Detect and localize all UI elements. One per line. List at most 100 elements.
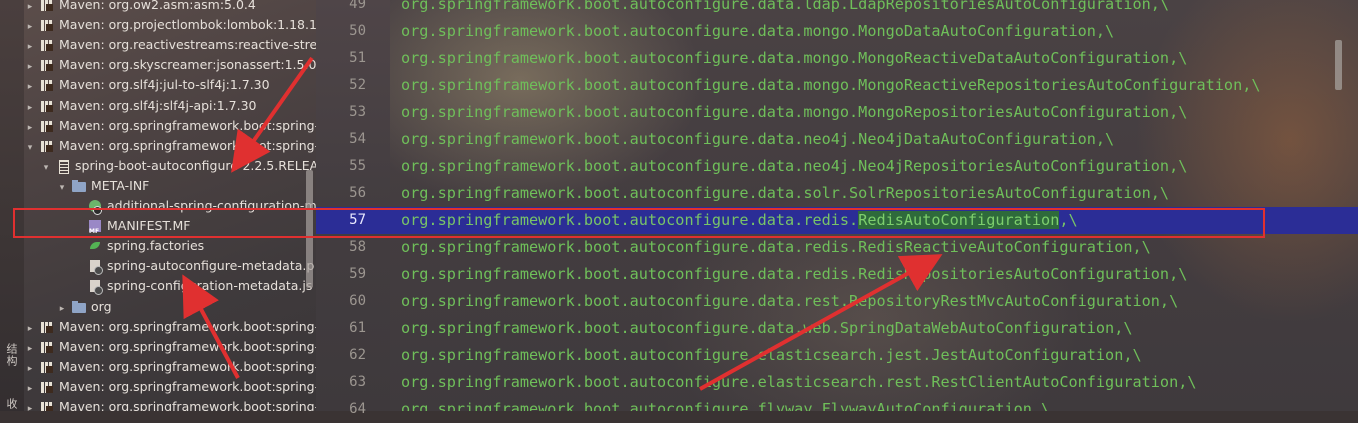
folder-icon [72,300,86,314]
code-line[interactable]: org.springframework.boot.autoconfigure.d… [390,99,1358,126]
lib-icon [40,380,54,394]
json-icon [88,259,103,276]
folder-icon [72,179,86,193]
tree-row-label: Maven: org.slf4j:jul-to-slf4j:1.7.30 [59,77,270,93]
chevron-right-icon[interactable]: ▸ [24,37,36,57]
code-line[interactable]: org.springframework.boot.autoconfigure.e… [390,342,1358,369]
tree-row-label: Maven: org.springframework.boot:spring-b [59,358,316,374]
code-line[interactable]: org.springframework.boot.autoconfigure.d… [390,180,1358,207]
chevron-right-icon[interactable]: ▸ [24,379,36,399]
chevron-right-icon[interactable]: ▸ [24,319,36,339]
tree-row[interactable]: spring.factories [24,236,316,256]
code-line[interactable]: org.springframework.boot.autoconfigure.d… [390,72,1358,99]
tree-row-label: spring-autoconfigure-metadata.p [107,258,315,274]
chevron-right-icon[interactable]: ▸ [24,17,36,37]
lib-icon [40,360,54,374]
lib-icon [40,58,54,72]
code-line[interactable]: org.springframework.boot.autoconfigure.d… [390,45,1358,72]
line-number: 56 [349,185,366,201]
tree-row[interactable]: ▸ Maven: org.springframework.boot:spring-… [24,357,316,377]
chevron-right-icon[interactable]: ▸ [24,399,36,411]
lib-icon [40,0,54,12]
lib-icon [40,340,54,354]
chevron-down-icon[interactable]: ▾ [24,138,36,158]
line-number: 49 [349,0,366,12]
line-number: 51 [349,50,366,66]
project-tree: ▸ Maven: org.ow2.asm:asm:5.0.4 ▸ Maven: org… [24,0,316,411]
line-number: 53 [349,104,366,120]
tree-row-label: spring-configuration-metadata.js [107,278,313,294]
tree-row-label: spring.factories [107,238,205,254]
editor-scrollbar[interactable] [1335,40,1342,90]
line-number: 52 [349,77,366,93]
tree-row-label: Maven: org.projectlombok:lombok:1.18.12 [59,17,316,33]
code-line[interactable]: org.springframework.boot.autoconfigure.d… [390,126,1358,153]
tree-row[interactable]: ▸ Maven: org.springframework.boot:spring-… [24,397,316,411]
favorites-tab[interactable]: 收 [3,398,19,409]
chevron-down-icon[interactable]: ▾ [56,178,68,198]
tree-row-label: Maven: org.springframework.boot:spring-b [59,399,316,411]
line-number: 61 [349,320,366,336]
code-line[interactable]: org.springframework.boot.autoconfigure.d… [390,288,1358,315]
tree-row[interactable]: ▾ META-INF [24,176,316,196]
code-line[interactable]: org.springframework.boot.autoconfigure.d… [390,153,1358,180]
tree-row[interactable]: ▸ Maven: org.slf4j:jul-to-slf4j:1.7.30 [24,75,316,95]
lib-icon [40,320,54,334]
annotation-highlight-box [13,208,1265,238]
structure-tab[interactable]: 结构 [3,343,19,367]
line-number: 58 [349,239,366,255]
code-line[interactable]: org.springframework.boot.autoconfigure.f… [390,396,1358,411]
tree-row-label: Maven: org.springframework.boot:spring-b [59,137,316,153]
code-line[interactable]: org.springframework.boot.autoconfigure.d… [390,315,1358,342]
tree-row-label: META-INF [91,177,150,193]
line-number: 60 [349,293,366,309]
line-number: 62 [349,347,366,363]
tree-row[interactable]: spring-autoconfigure-metadata.p [24,256,316,276]
code-editor[interactable]: org.springframework.boot.autoconfigure.d… [390,0,1358,411]
chevron-right-icon[interactable]: ▸ [24,359,36,379]
line-number: 50 [349,23,366,39]
code-line[interactable]: org.springframework.boot.autoconfigure.e… [390,369,1358,396]
code-line[interactable]: org.springframework.boot.autoconfigure.d… [390,18,1358,45]
code-line[interactable]: org.springframework.boot.autoconfigure.d… [390,234,1358,261]
line-number: 55 [349,158,366,174]
tree-row[interactable]: ▸ Maven: org.projectlombok:lombok:1.18.12 [24,15,316,35]
chevron-right-icon[interactable]: ▸ [24,77,36,97]
lib-icon [40,18,54,32]
chevron-down-icon[interactable]: ▾ [40,158,52,178]
code-line[interactable]: org.springframework.boot.autoconfigure.d… [390,261,1358,288]
tree-row-label: Maven: org.springframework.boot:spring-b [59,318,316,334]
tree-row-label: Maven: org.skyscreamer:jsonassert:1.5.0 [59,57,316,73]
tree-row[interactable]: ▾ Maven: org.springframework.boot:spring-… [24,136,316,156]
tree-row[interactable]: ▸ Maven: org.springframework.boot:spring-… [24,317,316,337]
chevron-right-icon[interactable]: ▸ [24,98,36,118]
tree-row[interactable]: ▸ org [24,297,316,317]
lib-icon [40,38,54,52]
lib-icon [40,139,54,153]
lib-icon [40,99,54,113]
tree-row-label: Maven: org.reactivestreams:reactive-stre… [59,37,316,53]
tree-row[interactable]: ▸ Maven: org.springframework.boot:spring-… [24,116,316,136]
tree-row[interactable]: ▸ Maven: org.skyscreamer:jsonassert:1.5.0 [24,55,316,75]
chevron-right-icon[interactable]: ▸ [24,118,36,138]
tree-row-label: spring-boot-autoconfigure-2.2.5.RELEA [75,157,316,173]
code-line[interactable]: org.springframework.boot.autoconfigure.d… [390,0,1358,18]
tree-row[interactable]: ▸ Maven: org.ow2.asm:asm:5.0.4 [24,0,316,15]
tree-row[interactable]: ▸ Maven: org.slf4j:slf4j-api:1.7.30 [24,96,316,116]
lib-icon [40,400,54,411]
tree-row-label: Maven: org.springframework.boot:spring-b [59,117,316,133]
tree-row[interactable]: ▾ spring-boot-autoconfigure-2.2.5.RELEA [24,156,316,176]
tree-row[interactable]: ▸ Maven: org.springframework.boot:spring-… [24,337,316,357]
tree-row[interactable]: spring-configuration-metadata.js [24,276,316,296]
tree-row[interactable]: ▸ Maven: org.springframework.boot:spring-… [24,377,316,397]
chevron-right-icon[interactable]: ▸ [24,57,36,77]
tool-window-strip: 结构 收 [0,0,24,411]
line-number: 59 [349,266,366,282]
jar-icon [56,159,70,174]
tree-row-label: Maven: org.slf4j:slf4j-api:1.7.30 [59,97,257,113]
chevron-right-icon[interactable]: ▸ [24,339,36,359]
chevron-right-icon[interactable]: ▸ [56,299,68,319]
tree-row-label: Maven: org.springframework.boot:spring-b [59,378,316,394]
line-number-gutter: 49 50 51 52 53 54 55 56 57 58 59 60 61 62 63 64 [316,0,390,417]
tree-row[interactable]: ▸ Maven: org.reactivestreams:reactive-str… [24,35,316,55]
